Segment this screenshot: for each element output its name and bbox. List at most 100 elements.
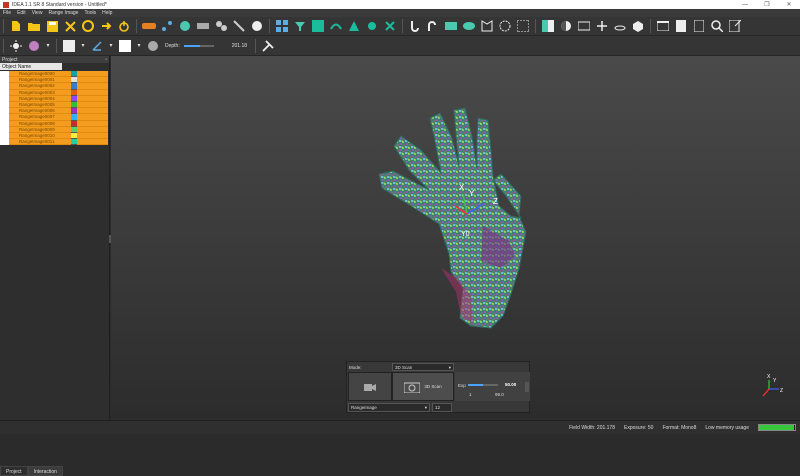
merge-icon[interactable] bbox=[196, 19, 210, 33]
split-view-icon[interactable] bbox=[541, 19, 555, 33]
curve-icon[interactable] bbox=[426, 19, 440, 33]
render-mode-icon[interactable] bbox=[62, 39, 76, 53]
light-icon[interactable] bbox=[9, 39, 23, 53]
grid-icon[interactable] bbox=[275, 19, 289, 33]
undo-icon[interactable] bbox=[81, 19, 95, 33]
window-title: IDEA 1.1 SR 8 Standard version - Untitle… bbox=[12, 1, 107, 8]
scale-icon[interactable] bbox=[595, 19, 609, 33]
reduce-icon[interactable] bbox=[365, 19, 379, 33]
hook-icon[interactable] bbox=[408, 19, 422, 33]
fill-icon[interactable] bbox=[311, 19, 325, 33]
panel-tabs: Project Interaction bbox=[0, 466, 63, 476]
app-logo-icon bbox=[3, 1, 9, 8]
menu-edit[interactable]: Edit bbox=[17, 10, 26, 16]
orientation-y-label: Y bbox=[773, 378, 777, 384]
status-exposure: Exposure: 50 bbox=[623, 424, 654, 431]
dropdown-arrow-icon[interactable]: ▾ bbox=[108, 39, 114, 53]
project-panel: Project ▫ Object Name RangeImage0000 Rang… bbox=[0, 56, 110, 476]
layers-icon[interactable] bbox=[577, 19, 591, 33]
menu-view[interactable]: View bbox=[32, 10, 43, 16]
search-icon[interactable] bbox=[710, 19, 724, 33]
depth-value[interactable]: 201.18 bbox=[232, 43, 247, 49]
window-icon[interactable] bbox=[656, 19, 670, 33]
menu-file[interactable]: File bbox=[3, 10, 11, 16]
object-list: RangeImage0000 RangeImage0001 RangeImage00… bbox=[0, 71, 108, 146]
new-file-icon[interactable] bbox=[9, 19, 23, 33]
select-all-icon[interactable] bbox=[516, 19, 530, 33]
menu-range-image[interactable]: Range Image bbox=[48, 10, 78, 16]
rectangle-icon[interactable] bbox=[444, 19, 458, 33]
report-icon[interactable] bbox=[692, 19, 706, 33]
snap-icon[interactable] bbox=[383, 19, 397, 33]
mode-label: Mode: bbox=[349, 365, 362, 370]
dropdown-arrow-icon[interactable]: ▾ bbox=[80, 39, 86, 53]
minimize-button[interactable]: — bbox=[734, 2, 756, 8]
triangulate-icon[interactable] bbox=[347, 19, 361, 33]
mode-select[interactable]: 3D Scan ▾ bbox=[392, 363, 454, 371]
exposure-label: Exp bbox=[458, 383, 466, 388]
globe-icon[interactable] bbox=[178, 19, 192, 33]
exposure-value[interactable]: 50.00 bbox=[505, 382, 516, 387]
object-name-column-header[interactable]: Object Name bbox=[0, 63, 62, 70]
visibility-checkbox[interactable] bbox=[0, 139, 9, 146]
filter-icon[interactable] bbox=[293, 19, 307, 33]
export-icon[interactable] bbox=[728, 19, 742, 33]
scan-tool-icon[interactable] bbox=[142, 19, 156, 33]
axis-icon[interactable] bbox=[90, 39, 104, 53]
orientation-gizmo[interactable]: X Y Z bbox=[762, 374, 783, 397]
points-icon[interactable] bbox=[214, 19, 228, 33]
maximize-button[interactable]: ❐ bbox=[756, 1, 778, 8]
menu-bar: File Edit View Range Image Tools Help bbox=[0, 9, 800, 17]
depth-control: Depth: 201.18 bbox=[165, 43, 247, 49]
depth-slider[interactable] bbox=[183, 44, 214, 47]
align-icon[interactable] bbox=[160, 19, 174, 33]
menu-help[interactable]: Help bbox=[102, 10, 112, 16]
settings-wrench-icon[interactable] bbox=[261, 39, 275, 53]
scan-control-panel: Mode: 3D Scan ▾ 3D Scan Exp 50.00 1 99.0… bbox=[346, 361, 530, 413]
exposure-slider[interactable] bbox=[468, 384, 498, 386]
project-panel-title: Project bbox=[2, 56, 18, 63]
orientation-z-label: Z bbox=[780, 388, 783, 394]
exposure-spinner[interactable] bbox=[525, 382, 529, 392]
camera-icon bbox=[404, 382, 421, 393]
lasso-icon[interactable] bbox=[498, 19, 512, 33]
chevron-down-icon: ▾ bbox=[448, 365, 451, 370]
status-field-width: Field Width: 201.178 bbox=[569, 424, 615, 431]
dropdown-arrow-icon[interactable]: ▾ bbox=[136, 39, 142, 53]
save-icon[interactable] bbox=[45, 19, 59, 33]
exposure-min: 1 bbox=[469, 392, 472, 397]
status-memory: Low memory usage bbox=[705, 424, 749, 431]
panel-float-icon[interactable]: ▫ bbox=[105, 57, 107, 63]
delete-icon[interactable] bbox=[63, 19, 77, 33]
dropdown-arrow-icon[interactable]: ▾ bbox=[45, 39, 51, 53]
polygon-icon[interactable] bbox=[480, 19, 494, 33]
3d-scan-button[interactable]: 3D Scan bbox=[392, 372, 454, 401]
head-view-icon[interactable] bbox=[146, 39, 160, 53]
close-button[interactable]: ✕ bbox=[778, 1, 800, 8]
rotate-icon[interactable] bbox=[613, 19, 627, 33]
menu-tools[interactable]: Tools bbox=[84, 10, 96, 16]
measure-icon[interactable] bbox=[232, 19, 246, 33]
list-item[interactable]: RangeImage0011 bbox=[0, 139, 108, 146]
redo-icon[interactable] bbox=[99, 19, 113, 33]
video-camera-button[interactable] bbox=[348, 372, 392, 401]
open-folder-icon[interactable] bbox=[27, 19, 41, 33]
source-select[interactable]: RangeImage ▾ bbox=[348, 403, 430, 412]
calculator-icon[interactable] bbox=[674, 19, 688, 33]
contrast-icon[interactable] bbox=[559, 19, 573, 33]
status-format: Format: Mono8 bbox=[662, 424, 697, 431]
background-color-icon[interactable] bbox=[118, 39, 132, 53]
ellipse-icon[interactable] bbox=[462, 19, 476, 33]
main-toolbar bbox=[0, 17, 800, 36]
3d-scan-label: 3D Scan bbox=[424, 384, 442, 389]
view-toolbar: ▾ ▾ ▾ ▾ Depth: 201.18 bbox=[0, 36, 800, 56]
tab-interaction[interactable]: Interaction bbox=[27, 466, 63, 476]
tab-project[interactable]: Project bbox=[0, 466, 28, 476]
power-icon[interactable] bbox=[117, 19, 131, 33]
mesh-icon[interactable] bbox=[250, 19, 264, 33]
chevron-down-icon: ▾ bbox=[424, 405, 427, 410]
source-index-stepper[interactable]: 12 bbox=[432, 403, 452, 412]
material-icon[interactable] bbox=[27, 39, 41, 53]
smooth-icon[interactable] bbox=[329, 19, 343, 33]
cube-icon[interactable] bbox=[631, 19, 645, 33]
